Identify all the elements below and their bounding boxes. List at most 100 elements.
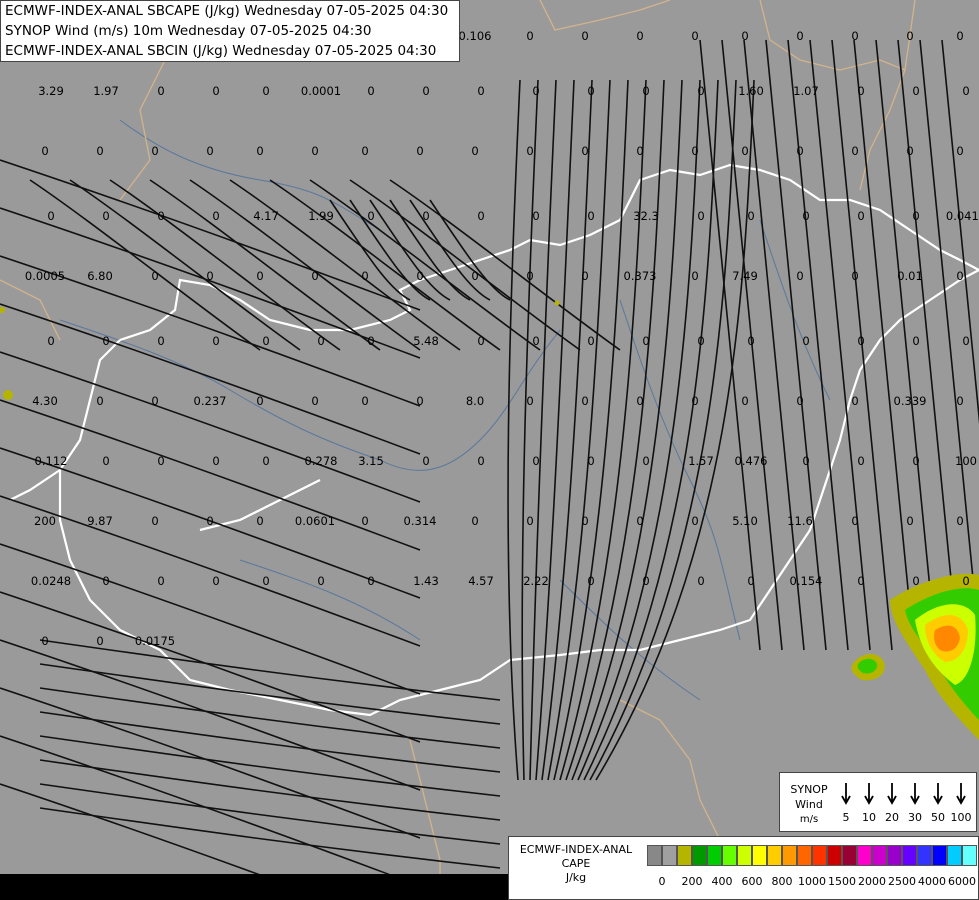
cape-legend-label: 0 (658, 875, 666, 888)
map-value-label: 8.0 (466, 394, 484, 408)
map-value-label: 0 (747, 209, 754, 223)
map-value-label: 0.0001 (301, 84, 341, 98)
map-value-label: 0 (262, 454, 269, 468)
map-value-label: 0.0175 (135, 634, 175, 648)
map-value-label: 0 (581, 394, 588, 408)
map-value-label: 2.22 (523, 574, 549, 588)
map-value-label: 0 (636, 144, 643, 158)
streamline (541, 79, 593, 781)
map-value-label: 0 (361, 269, 368, 283)
map-value-label: 0 (697, 209, 704, 223)
synop-speed-label: 10 (862, 811, 876, 824)
streamline (0, 543, 421, 695)
map-value-label: 0 (477, 454, 484, 468)
map-value-label: 0 (157, 334, 164, 348)
map-value-label: 5.48 (413, 334, 439, 348)
map-value-label: 0 (906, 144, 913, 158)
map-value-label: 0 (642, 334, 649, 348)
cape-color-swatch (782, 845, 797, 866)
map-value-label: 0 (256, 394, 263, 408)
synop-arrows: 5 10 20 30 50 100 (841, 783, 972, 824)
map-value-label: 0 (212, 84, 219, 98)
map-value-label: 0 (102, 574, 109, 588)
map-value-label: 0 (587, 334, 594, 348)
map-value-label: 0 (956, 144, 963, 158)
map-value-labels: 0002.732.307.897.9100.1060000000003.291.… (25, 29, 979, 648)
map-value-label: 0 (956, 269, 963, 283)
map-value-label: 0 (691, 514, 698, 528)
map-value-label: 0 (471, 269, 478, 283)
map-value-label: 0 (206, 144, 213, 158)
streamline (39, 783, 501, 845)
map-value-label: 0 (581, 514, 588, 528)
map-value-label: 9.87 (87, 514, 113, 528)
national-borders-layer (9, 163, 979, 717)
streamline (875, 39, 937, 651)
title-line-cape: ECMWF-INDEX-ANAL SBCAPE (J/kg) Wednesday… (5, 3, 449, 19)
map-value-label: 0 (151, 144, 158, 158)
streamline (507, 79, 521, 781)
map-value-label: 0 (697, 334, 704, 348)
map-value-label: 0 (262, 84, 269, 98)
map-value-label: 0 (691, 29, 698, 43)
map-value-label: 0 (741, 29, 748, 43)
streamline (765, 39, 827, 651)
cape-color-swatch (797, 845, 812, 866)
map-value-label: 0 (477, 84, 484, 98)
regional-borders-layer (0, 0, 916, 900)
map-value-label: 1.97 (93, 84, 119, 98)
map-value-label: 0 (416, 394, 423, 408)
map-value-label: 1.43 (413, 574, 439, 588)
map-value-label: 3.29 (38, 84, 64, 98)
cape-legend-label: 400 (711, 875, 733, 888)
cape-color-swatch (872, 845, 887, 866)
streamline (39, 759, 501, 821)
map-value-label: 0 (741, 144, 748, 158)
cape-color-swatch (887, 845, 902, 866)
wind-streamlines-layer (0, 39, 979, 900)
map-value-label: 0 (151, 394, 158, 408)
map-value-label: 4.57 (468, 574, 494, 588)
streamline (0, 351, 421, 503)
map-value-label: 0 (532, 334, 539, 348)
map-value-label: 0 (581, 144, 588, 158)
cape-legend-label: 600 (741, 875, 763, 888)
synop-speed-label: 5 (843, 811, 850, 824)
cape-legend-title: ECMWF-INDEX-ANAL CAPE J/kg (513, 843, 639, 885)
map-value-label: 0 (851, 394, 858, 408)
map-value-label: 0 (41, 144, 48, 158)
map-value-label: 5.10 (732, 514, 758, 528)
map-value-label: 0 (802, 334, 809, 348)
map-value-label: 0 (526, 144, 533, 158)
map-title-box: ECMWF-INDEX-ANAL SBCAPE (J/kg) Wednesday… (0, 0, 460, 62)
map-value-label: 0 (747, 334, 754, 348)
cape-color-swatch (722, 845, 737, 866)
map-value-label: 32.3 (633, 209, 659, 223)
map-value-label: 0 (956, 514, 963, 528)
title-line-wind: SYNOP Wind (m/s) 10m Wednesday 07-05-202… (5, 23, 372, 39)
synop-legend-title-line1: SYNOP (790, 783, 828, 796)
cape-legend-title-line1: ECMWF-INDEX-ANAL (519, 843, 633, 856)
map-value-label: 0.237 (194, 394, 227, 408)
map-value-label: 0 (857, 209, 864, 223)
cape-color-swatch (827, 845, 842, 866)
cape-color-swatch (662, 845, 677, 866)
map-value-label: 0 (256, 514, 263, 528)
map-value-label: 0 (857, 84, 864, 98)
map-value-label: 0 (912, 209, 919, 223)
streamline (39, 663, 501, 725)
map-value-label: 0.373 (624, 269, 657, 283)
cape-legend-label: 6000 (948, 875, 976, 888)
cape-color-swatch (902, 845, 917, 866)
map-value-label: 0 (471, 144, 478, 158)
map-value-label: 6.80 (87, 269, 113, 283)
map-value-label: 0 (102, 209, 109, 223)
cape-legend-label: 800 (771, 875, 793, 888)
map-value-label: 200 (34, 514, 56, 528)
map-value-label: 0 (256, 269, 263, 283)
map-value-label: 0 (532, 454, 539, 468)
map-value-label: 0 (212, 574, 219, 588)
cape-color-swatch (932, 845, 947, 866)
cape-legend-title-line2: CAPE (561, 857, 591, 870)
map-value-label: 0 (697, 574, 704, 588)
